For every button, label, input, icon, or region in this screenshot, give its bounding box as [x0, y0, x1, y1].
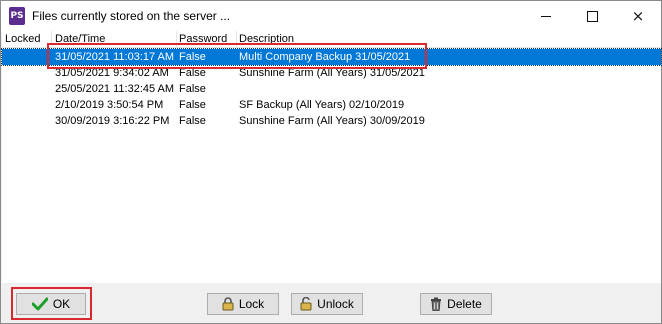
checkmark-icon: [31, 297, 48, 311]
ok-button-label: OK: [52, 297, 71, 311]
cell-description: SF Backup (All Years) 02/10/2019: [239, 99, 405, 111]
title-bar[interactable]: PS Files currently stored on the server …: [1, 1, 661, 31]
app-logo-icon: PS: [9, 7, 25, 25]
column-header-password[interactable]: Password: [179, 33, 227, 46]
close-icon: ×: [631, 7, 645, 25]
lock-icon: [222, 297, 234, 311]
cell-password: False: [179, 83, 206, 95]
cell-datetime: 25/05/2021 11:32:45 AM: [55, 83, 175, 95]
unlock-icon: [300, 297, 312, 311]
window-title: Files currently stored on the server ...: [32, 9, 231, 23]
cell-password: False: [179, 67, 206, 79]
cell-description: Multi Company Backup 31/05/2021: [239, 51, 411, 63]
table-row[interactable]: 2/10/2019 3:50:54 PM False SF Backup (Al…: [2, 97, 661, 113]
unlock-button-label: Unlock: [317, 297, 354, 311]
column-header-datetime[interactable]: Date/Time: [55, 33, 105, 46]
cell-description: Sunshine Farm (All Years) 30/09/2019: [239, 115, 425, 127]
table-row[interactable]: 25/05/2021 11:32:45 AM False: [2, 81, 661, 97]
column-header-row: Locked Date/Time Password Description: [2, 31, 661, 48]
unlock-button[interactable]: Unlock: [291, 293, 363, 315]
lock-button-label: Lock: [238, 297, 265, 311]
cell-password: False: [179, 51, 206, 63]
trash-icon: [431, 297, 442, 311]
table-row[interactable]: 31/05/2021 11:03:17 AM False Multi Compa…: [1, 48, 662, 66]
cell-datetime: 31/05/2021 11:03:17 AM: [55, 51, 175, 63]
column-divider[interactable]: [176, 31, 177, 47]
column-header-description[interactable]: Description: [239, 33, 294, 46]
delete-button[interactable]: Delete: [420, 293, 492, 315]
table-row[interactable]: 31/05/2021 9:34:02 AM False Sunshine Far…: [2, 65, 661, 81]
maximize-icon: [586, 10, 598, 22]
cell-datetime: 2/10/2019 3:50:54 PM: [55, 99, 164, 111]
cell-datetime: 30/09/2019 3:16:22 PM: [55, 115, 170, 127]
files-list[interactable]: Locked Date/Time Password Description 31…: [1, 31, 662, 283]
lock-button[interactable]: Lock: [207, 293, 279, 315]
close-button[interactable]: ×: [615, 1, 661, 31]
ok-button[interactable]: OK: [16, 293, 86, 315]
minimize-button[interactable]: [523, 1, 569, 31]
files-dialog: PS Files currently stored on the server …: [0, 0, 662, 324]
cell-datetime: 31/05/2021 9:34:02 AM: [55, 67, 169, 79]
column-divider[interactable]: [236, 31, 237, 47]
delete-button-label: Delete: [447, 297, 482, 311]
cell-password: False: [179, 99, 206, 111]
table-row[interactable]: 30/09/2019 3:16:22 PM False Sunshine Far…: [2, 113, 661, 129]
cell-password: False: [179, 115, 206, 127]
column-divider[interactable]: [51, 31, 52, 47]
minimize-icon: [541, 15, 551, 17]
cell-description: Sunshine Farm (All Years) 31/05/2021: [239, 67, 425, 79]
maximize-button[interactable]: [569, 1, 615, 31]
column-header-locked[interactable]: Locked: [5, 33, 40, 46]
